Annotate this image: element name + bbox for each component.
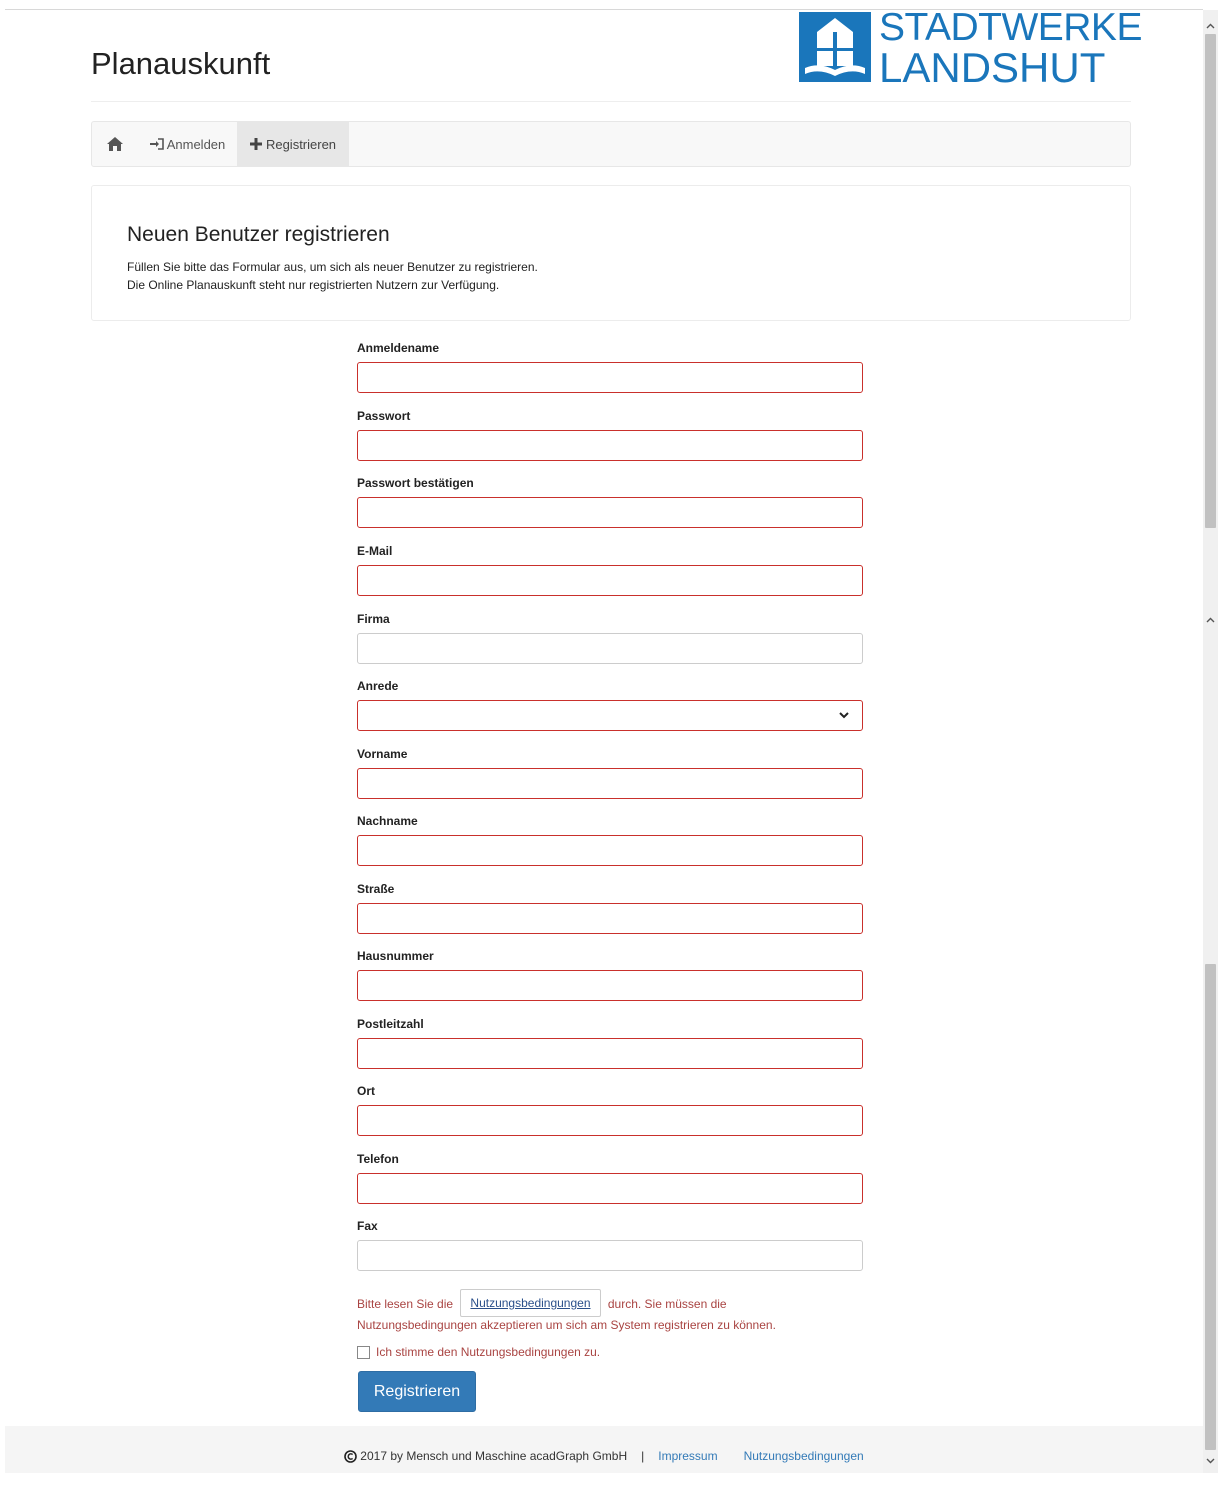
scroll-down-arrow[interactable]: [1203, 1453, 1218, 1469]
footer: 2017 by Mensch und Maschine acadGraph Gm…: [5, 1426, 1203, 1473]
field-label: Anmeldename: [357, 341, 440, 355]
agree-label: Ich stimme den Nutzungsbedingungen zu.: [376, 1345, 601, 1359]
field-label: Firma: [357, 612, 390, 626]
intro-heading: Neuen Benutzer registrieren: [127, 223, 390, 246]
field-label: Passwort: [357, 409, 411, 423]
field-label: E-Mail: [357, 544, 393, 558]
nav-home[interactable]: [92, 122, 138, 166]
hausnummer-input[interactable]: [357, 970, 863, 1001]
field-label: Telefon: [357, 1152, 399, 1166]
field-label: Anrede: [357, 679, 399, 693]
terms-suffix: durch. Sie müssen die: [607, 1297, 727, 1312]
postleitzahl-input[interactable]: [357, 1038, 863, 1069]
scrollbar[interactable]: [1203, 10, 1218, 1473]
scroll-thumb-lower[interactable]: [1205, 964, 1216, 1450]
anmeldename-input[interactable]: [357, 362, 863, 393]
login-icon: [149, 138, 164, 150]
field-label: Passwort bestätigen: [357, 476, 474, 490]
agree-row: Ich stimme den Nutzungsbedingungen zu.: [357, 1345, 600, 1359]
scroll-thumb[interactable]: [1205, 34, 1216, 528]
logo-mark-icon: [799, 12, 871, 82]
copyright-icon: [344, 1449, 358, 1463]
field-label: Hausnummer: [357, 949, 434, 963]
scroll-up-arrow[interactable]: [1203, 18, 1218, 34]
field-label: Nachname: [357, 814, 418, 828]
fax-input[interactable]: [357, 1240, 863, 1271]
footer-copyright: 2017 by Mensch und Maschine acadGraph Gm…: [360, 1449, 628, 1463]
field-label: Postleitzahl: [357, 1017, 424, 1031]
stadtwerke-logo: STADTWERKE LANDSHUT: [799, 6, 1159, 90]
footer-impressum-link[interactable]: Impressum: [658, 1449, 717, 1463]
terms-notice-line2: Nutzungsbedingungen akzeptieren um sich …: [357, 1318, 776, 1332]
ort-input[interactable]: [357, 1105, 863, 1136]
header-divider: [91, 101, 1131, 102]
chevron-down-icon: [1206, 1458, 1215, 1464]
footer-separator: |: [641, 1449, 645, 1463]
nachname-input[interactable]: [357, 835, 863, 866]
strasse-input[interactable]: [357, 903, 863, 934]
intro-panel: Neuen Benutzer registrieren Füllen Sie b…: [91, 185, 1131, 321]
navbar: Anmelden Registrieren: [91, 121, 1131, 167]
logo-text-line2: LANDSHUT: [879, 44, 1106, 91]
footer-content: 2017 by Mensch und Maschine acadGraph Gm…: [5, 1426, 1203, 1486]
terms-link-button[interactable]: Nutzungsbedingungen: [460, 1289, 601, 1317]
nav-register[interactable]: Registrieren: [237, 122, 349, 166]
page-title: Planauskunft: [91, 46, 271, 81]
chevron-up-icon: [1206, 23, 1215, 29]
home-icon: [107, 137, 123, 151]
nav-register-label: Registrieren: [265, 136, 337, 152]
nav-login[interactable]: Anmelden: [138, 122, 236, 166]
chevron-down-icon: [839, 712, 849, 719]
email-input[interactable]: [357, 565, 863, 596]
passwort-bestaetigen-input[interactable]: [357, 497, 863, 528]
terms-prefix: Bitte lesen Sie die: [357, 1297, 454, 1312]
vorname-input[interactable]: [357, 768, 863, 799]
field-label: Straße: [357, 882, 395, 896]
passwort-input[interactable]: [357, 430, 863, 461]
scroll-mid-arrow[interactable]: [1203, 612, 1218, 628]
firma-input[interactable]: [357, 633, 863, 664]
plus-icon: [249, 138, 262, 150]
telefon-input[interactable]: [357, 1173, 863, 1204]
intro-line2: Die Online Planauskunft steht nur regist…: [127, 278, 500, 292]
field-label: Ort: [357, 1084, 375, 1098]
agree-checkbox[interactable]: [357, 1345, 370, 1359]
footer-terms-link[interactable]: Nutzungsbedingungen: [744, 1449, 864, 1463]
chevron-up-icon: [1206, 617, 1215, 623]
register-submit-button[interactable]: Registrieren: [358, 1371, 476, 1412]
field-label: Fax: [357, 1219, 378, 1233]
anrede-select[interactable]: [357, 700, 863, 731]
intro-line1: Füllen Sie bitte das Formular aus, um si…: [127, 260, 538, 274]
field-label: Vorname: [357, 747, 408, 761]
terms-notice-line1: Bitte lesen Sie die Nutzungsbedingungen …: [357, 1289, 727, 1319]
nav-login-label: Anmelden: [166, 136, 226, 152]
